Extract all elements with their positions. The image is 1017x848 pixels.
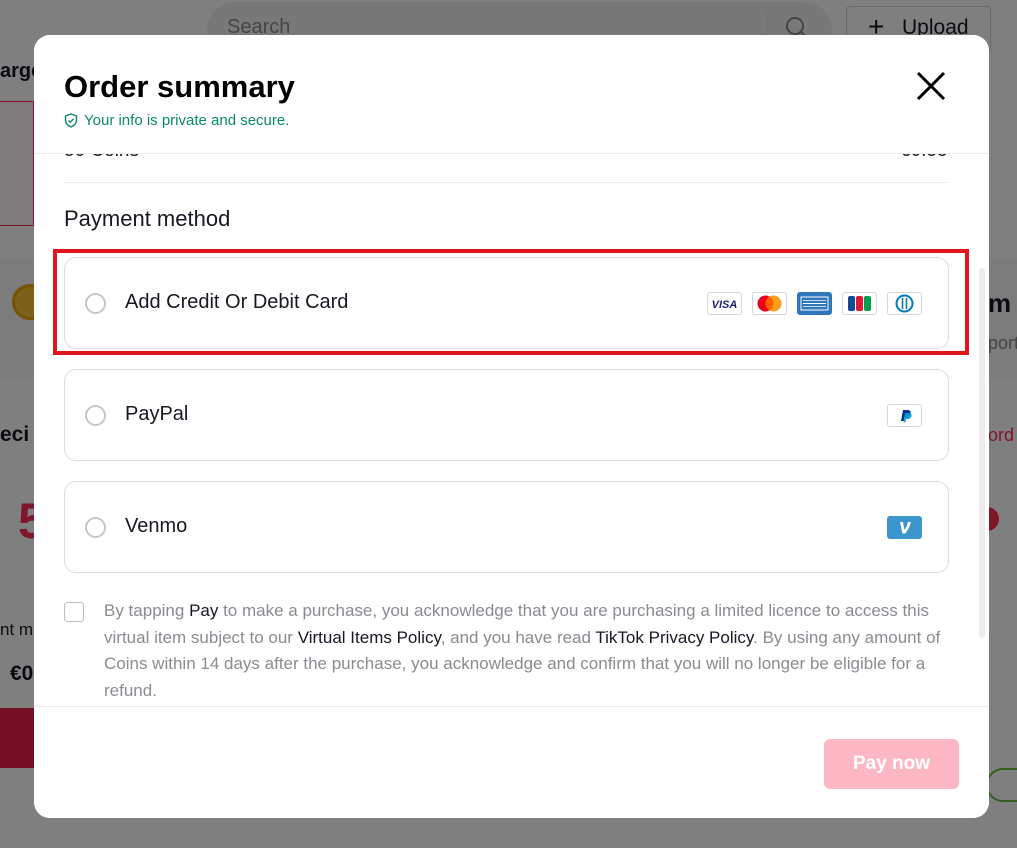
divider [64,182,949,183]
venmo-logos [887,516,922,539]
radio-button[interactable] [85,293,106,314]
venmo-icon [887,516,922,539]
scrollbar[interactable] [979,268,985,638]
diners-icon [887,292,922,315]
pay-term: Pay [189,601,219,620]
shield-check-icon [64,113,78,128]
modal-header: Order summary Your info is private and s… [34,35,989,154]
payment-method-title: Payment method [64,206,231,231]
radio-button[interactable] [85,517,106,538]
secure-note: Your info is private and secure. [64,112,289,129]
privacy-policy-link[interactable]: TikTok Privacy Policy [595,628,753,647]
consent-text-part: , and you have read [440,627,596,647]
payment-option-label: Venmo [125,515,188,537]
order-item-price: €0.55 [900,154,948,162]
consent-checkbox[interactable] [64,602,84,622]
payment-option-card[interactable]: Add Credit Or Debit Card VISA [64,257,949,349]
visa-icon: VISA [707,292,742,315]
secure-note-text: Your info is private and secure. [84,112,290,129]
close-icon[interactable] [914,69,948,103]
payment-option-label: PayPal [125,403,189,425]
payment-option-label: Add Credit Or Debit Card [125,291,349,313]
order-item-label: 50 Coins [64,154,139,162]
order-summary-modal: Order summary Your info is private and s… [34,35,989,818]
payment-option-paypal[interactable]: PayPal [64,369,949,461]
modal-body[interactable]: 50 Coins €0.55 Payment method Add Credit… [34,154,989,706]
card-logos: VISA [707,292,922,315]
consent-text-part: By tapping [104,601,190,620]
modal-title: Order summary [64,69,295,104]
modal-footer: Pay now [34,706,989,818]
payment-option-venmo[interactable]: Venmo [64,481,949,573]
jcb-icon [842,292,877,315]
paypal-logos [887,404,922,427]
consent-text: By tapping Pay to make a purchase, you a… [104,598,949,704]
pay-now-button[interactable]: Pay now [824,739,959,789]
virtual-items-policy-link[interactable]: Virtual Items Policy [298,628,441,647]
mastercard-icon [752,292,787,315]
amex-icon [797,292,832,315]
svg-text:VISA: VISA [712,299,738,311]
radio-button[interactable] [85,405,106,426]
paypal-icon [887,404,922,427]
